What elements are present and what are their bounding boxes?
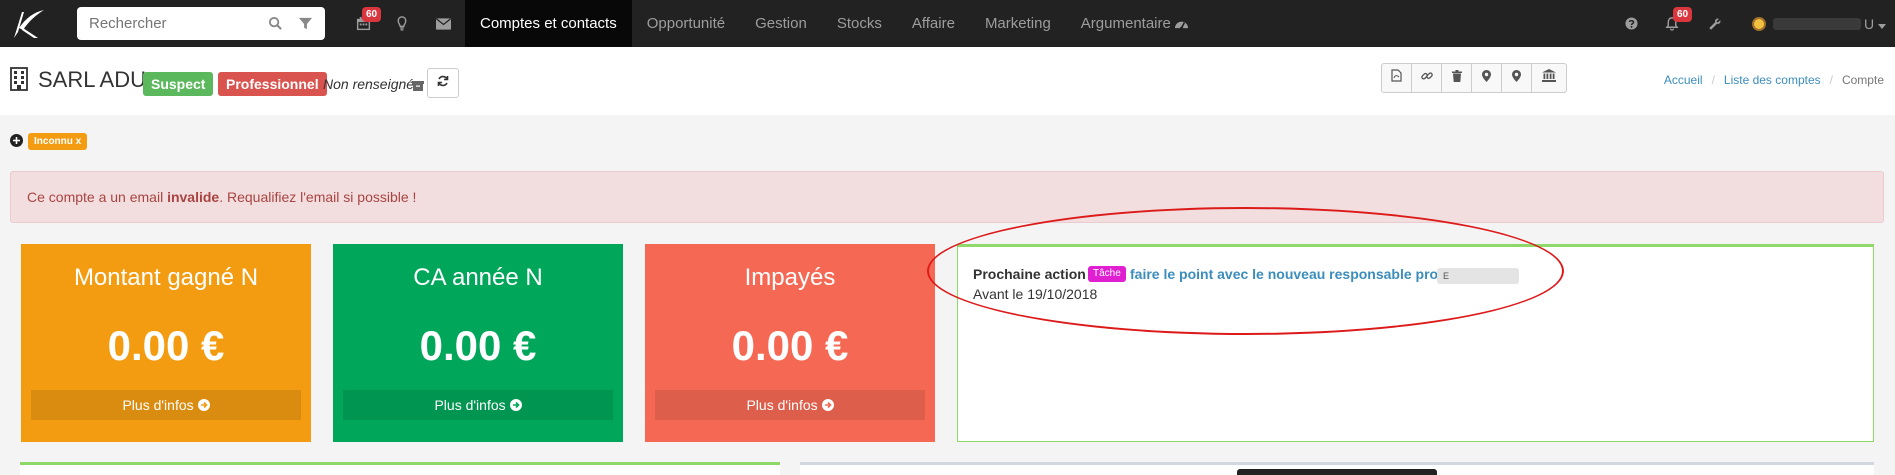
- arrow-circle-right-icon: [821, 397, 834, 413]
- page-title: SARL ADU: [38, 67, 147, 92]
- stat-value: 0.00 €: [731, 322, 849, 369]
- archive-icon: [412, 79, 424, 91]
- trash-icon: [1451, 69, 1462, 87]
- caret-down-icon: [1878, 16, 1887, 32]
- stat-title: Montant gagné N: [73, 264, 259, 291]
- menu-argumentaire[interactable]: Argumentaire: [1066, 0, 1186, 47]
- arrow-circle-right-icon: [197, 397, 210, 413]
- search-input[interactable]: [77, 7, 257, 40]
- stat-box-ca: CA année N 0.00 € Plus d'infos: [333, 244, 623, 442]
- map-marker-button-1[interactable]: [1472, 64, 1502, 92]
- more-info-link[interactable]: Plus d'infos: [31, 390, 301, 420]
- add-tag-icon[interactable]: [10, 134, 23, 147]
- app-logo[interactable]: [8, 6, 48, 40]
- link-icon: [1420, 69, 1433, 87]
- main-menu: Comptes et contacts Opportunité Gestion …: [465, 0, 1186, 47]
- more-info-label: Plus d'infos: [746, 397, 818, 413]
- search-icon[interactable]: [268, 16, 283, 31]
- breadcrumb-separator: /: [1829, 73, 1833, 87]
- menu-comptes-contacts[interactable]: Comptes et contacts: [465, 0, 632, 47]
- stat-value: 0.00 €: [107, 322, 225, 369]
- alert-text-bold: invalide: [167, 189, 220, 205]
- user-initial: U: [1864, 15, 1875, 32]
- more-info-link[interactable]: Plus d'infos: [343, 390, 613, 420]
- alert-text-after: . Requalifiez l'email si possible !: [219, 189, 417, 205]
- building-icon: [10, 67, 28, 91]
- breadcrumb-separator: /: [1711, 73, 1715, 87]
- user-menu[interactable]: U: [1752, 0, 1887, 47]
- envelope-icon[interactable]: [434, 0, 452, 47]
- info-text: Non renseigné: [323, 76, 415, 92]
- menu-affaire[interactable]: Affaire: [897, 0, 970, 47]
- more-info-label: Plus d'infos: [122, 397, 194, 413]
- link-button[interactable]: [1412, 64, 1442, 92]
- pdf-button[interactable]: [1382, 64, 1412, 92]
- lightbulb-icon[interactable]: [394, 0, 410, 47]
- menu-stocks[interactable]: Stocks: [822, 0, 897, 47]
- calendar-badge: 60: [362, 7, 382, 22]
- refresh-icon: [437, 74, 449, 92]
- breadcrumb-current: Compte: [1841, 73, 1884, 87]
- refresh-button[interactable]: [427, 68, 459, 98]
- help-icon[interactable]: [1622, 0, 1640, 47]
- top-navbar: 60 Comptes et contacts Opportunité Gesti…: [0, 0, 1895, 47]
- stat-title: Impayés: [744, 264, 836, 291]
- notification-badge: 60: [1673, 7, 1693, 22]
- map-marker-icon: [1482, 69, 1491, 87]
- bank-icon: [1542, 69, 1556, 87]
- menu-opportunite[interactable]: Opportunité: [632, 0, 740, 47]
- avatar: [1752, 16, 1766, 31]
- type-badge: Professionnel: [218, 72, 327, 96]
- bank-button[interactable]: [1532, 64, 1566, 92]
- menu-marketing[interactable]: Marketing: [970, 0, 1066, 47]
- delete-button[interactable]: [1442, 64, 1472, 92]
- arrow-circle-right-icon: [509, 397, 522, 413]
- stat-box-impayes: Impayés 0.00 € Plus d'infos: [645, 244, 935, 442]
- bottom-panel-left: [20, 462, 780, 475]
- breadcrumb: Accueil / Liste des comptes / Compte: [1664, 73, 1884, 87]
- pdf-icon: [1391, 69, 1402, 87]
- menu-gestion[interactable]: Gestion: [740, 0, 822, 47]
- map-marker-icon: [1512, 69, 1521, 87]
- bottom-panel-tab: [1237, 469, 1437, 475]
- alert-text-before: Ce compte a un email: [27, 189, 168, 205]
- more-info-link[interactable]: Plus d'infos: [655, 390, 925, 420]
- action-toolbar: [1381, 63, 1567, 93]
- tag-badge[interactable]: Inconnu x: [28, 133, 88, 150]
- user-name-redacted: [1773, 17, 1861, 30]
- filter-icon[interactable]: [298, 16, 313, 31]
- more-info-label: Plus d'infos: [434, 397, 506, 413]
- stat-value: 0.00 €: [419, 322, 537, 369]
- search-box: [77, 7, 325, 40]
- status-badge: Suspect: [143, 72, 214, 96]
- stat-box-montant: Montant gagné N 0.00 € Plus d'infos: [21, 244, 311, 442]
- breadcrumb-account-list[interactable]: Liste des comptes: [1724, 73, 1821, 87]
- wrench-icon[interactable]: [1706, 0, 1724, 47]
- account-header: SARL ADU Suspect Professionnel Non rense…: [0, 47, 1895, 115]
- map-marker-button-2[interactable]: [1502, 64, 1532, 92]
- dashboard-icon[interactable]: [1170, 0, 1192, 47]
- breadcrumb-home[interactable]: Accueil: [1664, 73, 1703, 87]
- invalid-email-alert: Ce compte a un email invalide. Requalifi…: [10, 171, 1884, 223]
- stat-title: CA année N: [413, 264, 543, 291]
- highlight-ellipse: [927, 207, 1564, 335]
